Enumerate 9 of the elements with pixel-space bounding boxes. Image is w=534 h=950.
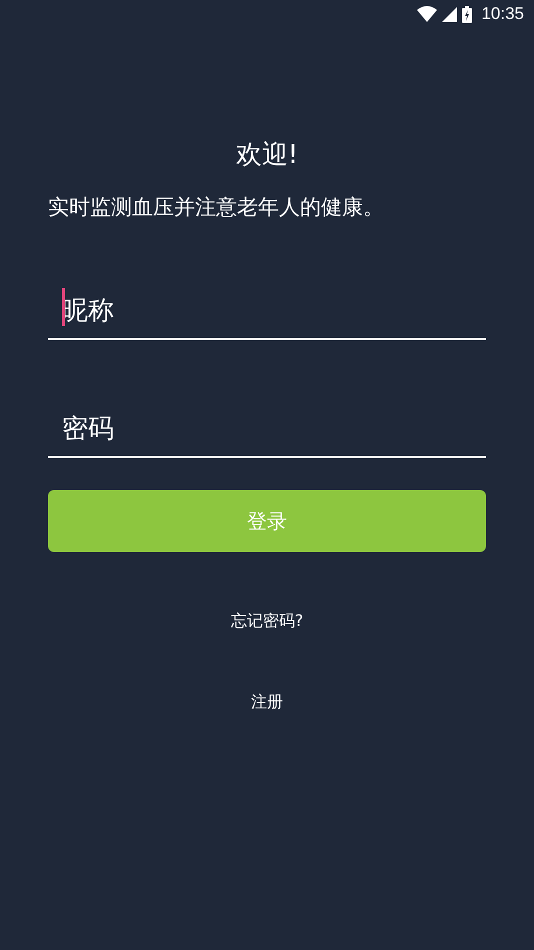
welcome-title: 欢迎! [236, 140, 298, 170]
subtitle-text: 实时监测血压并注意老年人的健康。 [48, 194, 385, 221]
signal-icon [442, 6, 458, 22]
forgot-password-link[interactable]: 忘记密码? [230, 611, 304, 630]
wifi-icon [417, 6, 438, 22]
status-time: 10:35 [481, 4, 524, 24]
input-field[interactable]: 密码 [48, 402, 486, 458]
register-link[interactable]: 注册 [251, 692, 283, 711]
battery-icon [462, 6, 472, 22]
